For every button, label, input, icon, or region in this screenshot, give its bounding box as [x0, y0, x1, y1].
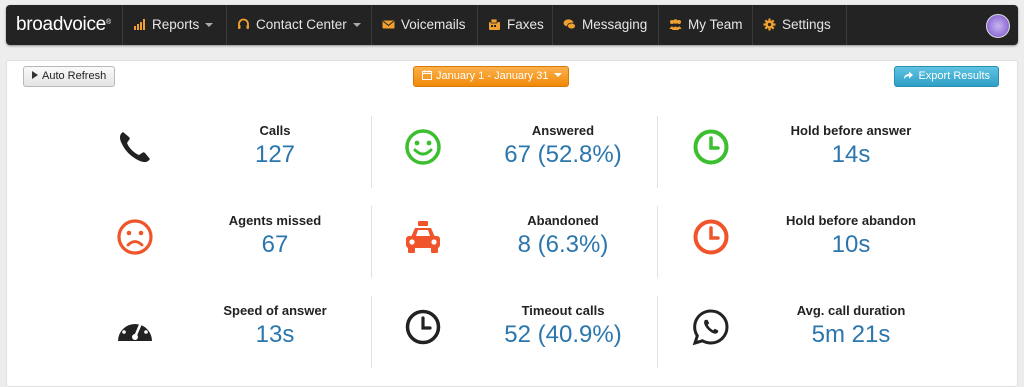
smiley-icon	[405, 129, 441, 165]
stat-label: Speed of answer	[223, 303, 327, 318]
gear-icon	[763, 18, 776, 31]
auto-refresh-button[interactable]: Auto Refresh	[23, 66, 116, 87]
chat-icon	[563, 19, 576, 30]
brand-text: broadvoice	[16, 14, 106, 35]
stat-value: 52 (40.9%)	[504, 321, 622, 348]
nav-label: Faxes	[507, 17, 544, 32]
nav-item-faxes[interactable]: Faxes	[477, 5, 552, 45]
stat-label: Avg. call duration	[796, 303, 906, 318]
stat-label: Timeout calls	[521, 303, 605, 318]
taxi-icon	[406, 221, 440, 253]
stat-label: Abandoned	[527, 213, 599, 228]
brand-mark: ®	[105, 19, 111, 26]
stat-value: 67	[261, 231, 289, 258]
nav-item-contact-center[interactable]: Contact Center	[226, 5, 371, 45]
stat-label: Hold before answer	[790, 123, 912, 138]
chevron-down-icon	[352, 23, 361, 27]
nav-label: Settings	[782, 17, 831, 32]
nav-item-my-team[interactable]: My Team	[658, 5, 752, 45]
stat-label: Answered	[531, 123, 595, 138]
headset-icon	[238, 18, 249, 29]
stat-abandoned: Abandoned 8 (6.3%)	[403, 207, 688, 277]
stat-timeout-calls: Timeout calls 52 (40.9%)	[403, 297, 688, 367]
nav-label: Contact Center	[256, 17, 347, 32]
export-label: Export Results	[918, 70, 990, 82]
chevron-down-icon	[205, 23, 214, 27]
nav-item-messaging[interactable]: Messaging	[552, 5, 658, 45]
fax-icon	[489, 18, 500, 30]
export-results-button[interactable]: Export Results	[894, 66, 999, 87]
nav-label: Reports	[152, 17, 200, 32]
user-avatar[interactable]	[986, 14, 1010, 38]
sad-face-icon	[117, 219, 153, 255]
share-arrow-icon	[904, 71, 914, 79]
stat-value: 14s	[831, 141, 871, 168]
nav-label: Voicemails	[401, 17, 466, 32]
stat-avg-call-duration: Avg. call duration 5m 21s	[691, 297, 976, 367]
stat-label: Calls	[259, 123, 291, 138]
brand-logo[interactable]: broadvoice®	[6, 5, 122, 45]
nav-item-settings[interactable]: Settings	[752, 5, 846, 45]
stat-value: 8 (6.3%)	[517, 231, 609, 258]
speedometer-icon	[118, 315, 152, 341]
stat-value: 67 (52.8%)	[504, 141, 622, 168]
phone-icon	[119, 132, 150, 163]
nav-item-voicemails[interactable]: Voicemails	[371, 5, 477, 45]
date-range-label: January 1 - January 31	[436, 70, 549, 82]
whatsapp-icon	[692, 309, 729, 346]
top-nav: broadvoice® Reports Contact Center Voice…	[6, 5, 1018, 45]
auto-refresh-label: Auto Refresh	[42, 70, 107, 82]
stat-hold-before-abandon: Hold before abandon 10s	[691, 207, 976, 277]
clock-red-icon	[693, 219, 729, 255]
play-icon	[32, 71, 38, 79]
dashboard-panel: Auto Refresh January 1 - January 31 Expo…	[6, 60, 1018, 387]
nav-spacer	[846, 5, 976, 45]
stat-label: Hold before abandon	[786, 213, 916, 228]
stat-label: Agents missed	[228, 213, 322, 228]
stat-value: 5m 21s	[811, 321, 891, 348]
nav-label: Messaging	[582, 17, 648, 32]
date-range-dropdown[interactable]: January 1 - January 31	[413, 66, 569, 87]
stat-hold-before-answer: Hold before answer 14s	[691, 117, 976, 187]
envelope-icon	[382, 20, 395, 29]
stat-speed-of-answer: Speed of answer 13s	[115, 297, 400, 367]
stat-value: 10s	[831, 231, 871, 258]
stat-value: 127	[254, 141, 296, 168]
stat-answered: Answered 67 (52.8%)	[403, 117, 688, 187]
stat-value: 13s	[255, 321, 295, 348]
stat-agents-missed: Agents missed 67	[115, 207, 400, 277]
chevron-down-icon	[553, 73, 562, 77]
nav-label: My Team	[688, 17, 743, 32]
team-icon	[669, 19, 682, 30]
nav-item-reports[interactable]: Reports	[122, 5, 226, 45]
clock-green-icon	[693, 129, 729, 165]
bar-chart-icon	[134, 19, 145, 30]
clock-dark-icon	[405, 309, 441, 345]
stat-calls: Calls 127	[115, 117, 400, 187]
calendar-icon	[422, 70, 432, 80]
